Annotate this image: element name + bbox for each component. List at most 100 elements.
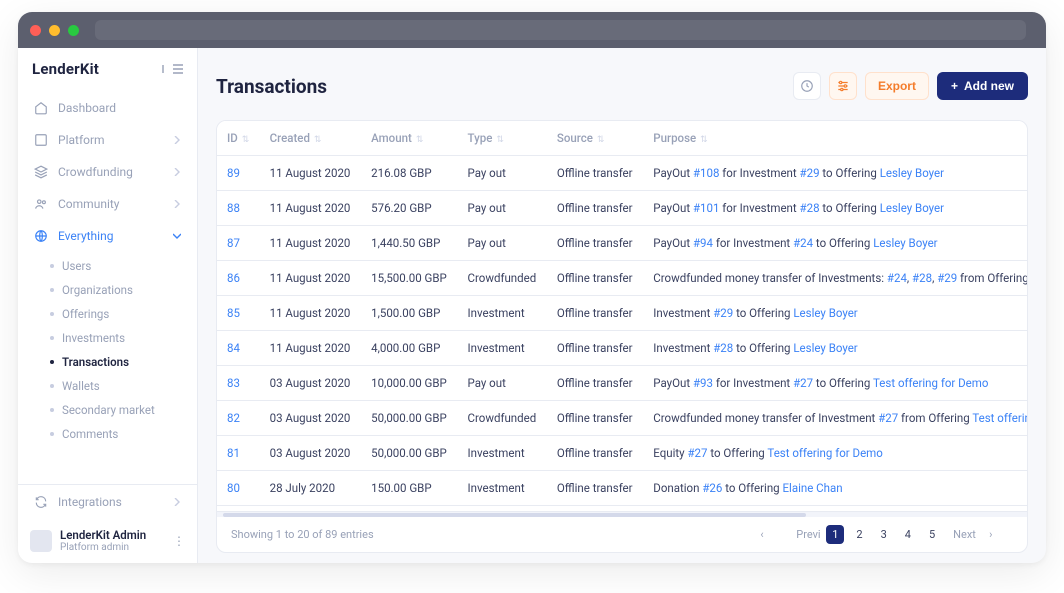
col-source[interactable]: Source⇅ [547, 121, 643, 156]
sidebar-sub-organizations[interactable]: Organizations [42, 278, 189, 302]
id-link[interactable]: 87 [227, 236, 240, 250]
purpose-link[interactable]: #28 [713, 341, 733, 355]
horizontal-scrollbar[interactable] [217, 511, 1027, 517]
table-row[interactable]: 8911 August 2020216.08 GBPPay outOffline… [217, 156, 1027, 191]
pager-page-1[interactable]: 1 [826, 525, 844, 544]
sidebar: LenderKit Dashboard Platform [18, 48, 198, 563]
history-button[interactable] [793, 72, 821, 100]
window-minimize-icon[interactable] [49, 25, 60, 36]
table-row[interactable]: 8028 July 2020150.00 GBPInvestmentOfflin… [217, 471, 1027, 506]
sidebar-collapse-button[interactable] [162, 64, 183, 74]
col-id[interactable]: ID⇅ [217, 121, 260, 156]
sidebar-sub-wallets[interactable]: Wallets [42, 374, 189, 398]
purpose-link[interactable]: #27 [878, 411, 898, 425]
id-link[interactable]: 85 [227, 306, 240, 320]
purpose-link[interactable]: #27 [687, 446, 707, 460]
purpose-link[interactable]: #27 [793, 376, 813, 390]
purpose-link[interactable]: #94 [693, 236, 713, 250]
sidebar-sub-offerings[interactable]: Offerings [42, 302, 189, 326]
purpose-link[interactable]: #29 [713, 306, 733, 320]
pager-prev[interactable]: Previous [790, 525, 820, 544]
cell-purpose: Crowdfunded money transfer of Investment… [643, 401, 1027, 436]
pager-page-2[interactable]: 2 [850, 525, 868, 544]
purpose-link[interactable]: #101 [693, 201, 719, 215]
transactions-table: ID⇅Created⇅Amount⇅Type⇅Source⇅Purpose⇅De… [217, 121, 1027, 511]
sidebar-item-crowdfunding[interactable]: Crowdfunding [26, 156, 189, 188]
purpose-link[interactable]: #28 [800, 201, 820, 215]
sidebar-sub-comments[interactable]: Comments [42, 422, 189, 446]
purpose-link[interactable]: Lesley Boyer [880, 166, 944, 180]
id-link[interactable]: 84 [227, 341, 240, 355]
sidebar-item-dashboard[interactable]: Dashboard [26, 92, 189, 124]
purpose-link[interactable]: #108 [693, 166, 719, 180]
purpose-link[interactable]: Elaine Chan [782, 481, 842, 495]
id-link[interactable]: 80 [227, 481, 240, 495]
purpose-link[interactable]: Test offering for Demo [873, 376, 988, 390]
table-scroll[interactable]: ID⇅Created⇅Amount⇅Type⇅Source⇅Purpose⇅De… [217, 121, 1027, 511]
purpose-link[interactable]: Lesley Boyer [793, 306, 857, 320]
sidebar-sub-transactions[interactable]: Transactions [42, 350, 189, 374]
table-row[interactable]: 8511 August 20201,500.00 GBPInvestmentOf… [217, 296, 1027, 331]
user-menu-button[interactable]: ⋮ [173, 534, 185, 548]
window-close-icon[interactable] [30, 25, 41, 36]
chevron-down-icon [173, 232, 181, 240]
pager-page-5[interactable]: 5 [923, 525, 941, 544]
pager-next-arrow[interactable]: › [983, 525, 1013, 544]
purpose-link[interactable]: #24 [887, 271, 907, 285]
purpose-link[interactable]: Lesley Boyer [793, 341, 857, 355]
table-row[interactable]: 8411 August 20204,000.00 GBPInvestmentOf… [217, 331, 1027, 366]
pager-prev-arrow[interactable]: ‹ [754, 525, 784, 544]
col-type[interactable]: Type⇅ [458, 121, 547, 156]
current-user[interactable]: LenderKit Admin Platform admin ⋮ [18, 519, 197, 563]
sidebar-item-integrations[interactable]: Integrations [18, 485, 197, 519]
id-link[interactable]: 86 [227, 271, 240, 285]
sidebar-item-everything[interactable]: Everything [26, 220, 189, 252]
purpose-link[interactable]: #93 [693, 376, 713, 390]
filter-button[interactable] [829, 72, 857, 100]
id-link[interactable]: 82 [227, 411, 240, 425]
cell-created: 03 August 2020 [260, 436, 362, 471]
purpose-link[interactable]: #28 [912, 271, 932, 285]
address-bar[interactable] [95, 20, 1026, 40]
sidebar-sub-investments[interactable]: Investments [42, 326, 189, 350]
col-purpose[interactable]: Purpose⇅ [643, 121, 1027, 156]
export-button[interactable]: Export [865, 72, 929, 100]
sidebar-sub-users[interactable]: Users [42, 254, 189, 278]
purpose-link[interactable]: Lesley Boyer [873, 236, 937, 250]
cell-source: Offline transfer [547, 191, 643, 226]
purpose-link[interactable]: Lesley Boyer [880, 201, 944, 215]
id-link[interactable]: 89 [227, 166, 240, 180]
scrollbar-thumb[interactable] [223, 513, 806, 517]
id-link[interactable]: 83 [227, 376, 240, 390]
id-link[interactable]: 81 [227, 446, 240, 460]
cell-purpose: Donation #26 to Offering Elaine Chan [643, 471, 1027, 506]
col-amount[interactable]: Amount⇅ [361, 121, 457, 156]
table-row[interactable]: 8711 August 20201,440.50 GBPPay outOffli… [217, 226, 1027, 261]
table-row[interactable]: 8103 August 202050,000.00 GBPInvestmentO… [217, 436, 1027, 471]
purpose-link[interactable]: #26 [702, 481, 722, 495]
window-maximize-icon[interactable] [68, 25, 79, 36]
cell-source: Offline transfer [547, 261, 643, 296]
cell-amount: 150.00 GBP [361, 471, 457, 506]
purpose-link[interactable]: #29 [800, 166, 820, 180]
add-new-button[interactable]: + Add new [937, 72, 1028, 100]
brand-row: LenderKit [18, 48, 197, 86]
purpose-link[interactable]: Test offering for Demo [972, 411, 1027, 425]
user-role: Platform admin [60, 542, 146, 553]
table-row[interactable]: 8611 August 202015,500.00 GBPCrowdfunded… [217, 261, 1027, 296]
table-row[interactable]: 8303 August 202010,000.00 GBPPay outOffl… [217, 366, 1027, 401]
pager-page-3[interactable]: 3 [875, 525, 893, 544]
purpose-link[interactable]: #29 [937, 271, 957, 285]
table-row[interactable]: 8203 August 202050,000.00 GBPCrowdfunded… [217, 401, 1027, 436]
sidebar-sub-secondary-market[interactable]: Secondary market [42, 398, 189, 422]
pager-page-4[interactable]: 4 [899, 525, 917, 544]
sort-icon: ⇅ [496, 135, 504, 145]
sidebar-item-platform[interactable]: Platform [26, 124, 189, 156]
purpose-link[interactable]: #24 [793, 236, 813, 250]
col-created[interactable]: Created⇅ [260, 121, 362, 156]
id-link[interactable]: 88 [227, 201, 240, 215]
table-row[interactable]: 8811 August 2020576.20 GBPPay outOffline… [217, 191, 1027, 226]
pager-next[interactable]: Next [947, 525, 977, 544]
sidebar-item-community[interactable]: Community [26, 188, 189, 220]
purpose-link[interactable]: Test offering for Demo [767, 446, 882, 460]
